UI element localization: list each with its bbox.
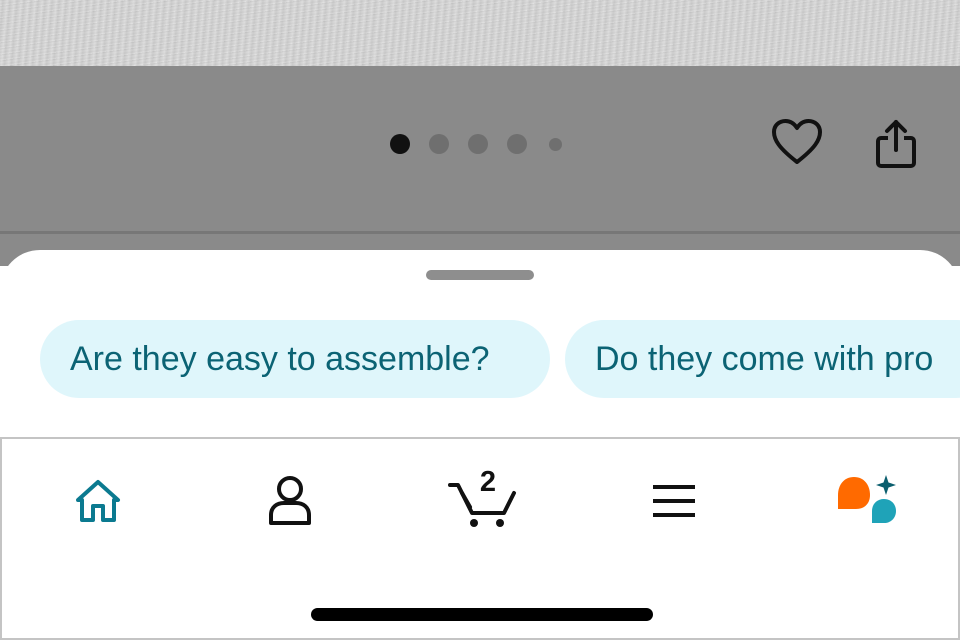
heart-icon [772,119,822,164]
tab-account[interactable] [250,469,330,533]
image-pagination-dots [390,134,581,154]
product-image-preview [0,0,960,66]
sheet-grabber-handle[interactable] [426,270,534,280]
tab-home[interactable] [58,469,138,533]
cart-count-badge: 2 [479,466,497,498]
home-icon [76,480,120,522]
share-icon [876,120,916,168]
rufus-ai-icon [838,475,896,523]
pagination-dot-active [390,134,410,154]
person-icon [269,476,311,525]
divider [0,231,960,234]
tab-menu[interactable] [634,469,714,533]
home-indicator[interactable] [311,608,653,621]
pagination-dot [429,134,449,154]
bottom-tab-bar: 2 [0,437,960,640]
pagination-dot [507,134,527,154]
share-button[interactable] [872,117,920,171]
suggestion-chip[interactable]: Do they come with pro [565,320,960,398]
suggestion-chip[interactable]: Are they easy to assemble? [40,320,550,398]
pagination-dot [468,134,488,154]
suggestions-sheet: Are they easy to assemble? Do they come … [0,250,960,440]
add-to-list-button[interactable] [770,117,824,167]
pagination-dot [549,137,562,151]
hamburger-icon [653,485,695,517]
tab-rufus-assistant[interactable] [826,469,906,533]
